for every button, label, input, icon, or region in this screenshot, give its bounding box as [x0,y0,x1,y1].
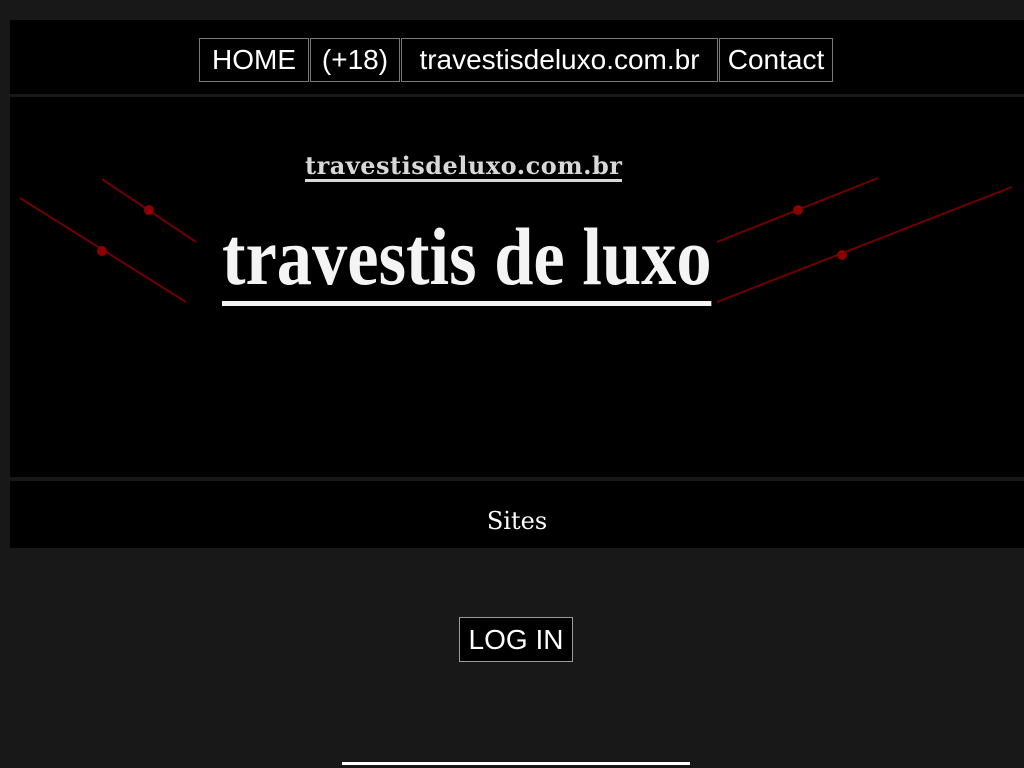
nav-item-contact[interactable]: Contact [719,38,833,82]
nav-item-adult[interactable]: (+18) [310,38,400,82]
sites-link[interactable]: Sites [487,507,547,535]
bottom-divider [342,762,690,765]
top-navigation-bar: HOME (+18) travestisdeluxo.com.br Contac… [10,20,1024,94]
sites-section: Sites [10,481,1024,548]
login-button[interactable]: LOG IN [459,617,573,662]
nav-item-home[interactable]: HOME [199,38,309,82]
header-banner: travestisdeluxo.com.br travestis de luxo [10,97,1024,477]
nav-menu: HOME (+18) travestisdeluxo.com.br Contac… [199,38,834,82]
nav-item-site[interactable]: travestisdeluxo.com.br [401,38,718,82]
banner-title-logo: travestis de luxo [222,215,712,306]
banner-subtitle: travestisdeluxo.com.br [305,151,623,182]
